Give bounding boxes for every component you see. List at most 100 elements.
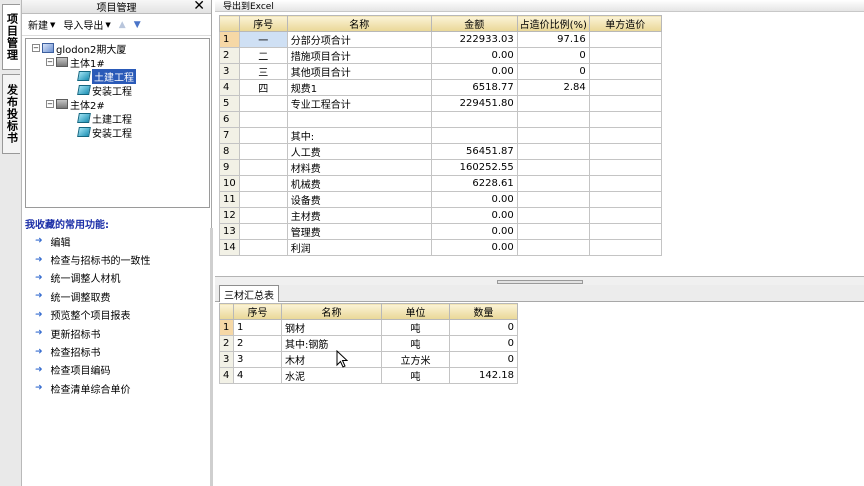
column-header[interactable]: 序号: [233, 303, 282, 320]
table-cell[interactable]: [516, 175, 590, 192]
column-header[interactable]: 数量: [449, 303, 518, 320]
column-header[interactable]: 金额: [430, 15, 518, 32]
table-cell[interactable]: [588, 175, 662, 192]
column-header[interactable]: 占造价比例(%): [516, 15, 590, 32]
favorite-item-check-bid[interactable]: ➜ 检查招标书: [25, 342, 210, 360]
table-cell[interactable]: 0: [449, 319, 518, 336]
table-cell[interactable]: 四: [238, 79, 288, 96]
favorite-item-check-codes[interactable]: ➜ 检查项目编码: [25, 361, 210, 379]
tree-node-body2-civil[interactable]: 土建工程: [26, 111, 209, 126]
table-cell[interactable]: 0: [516, 47, 590, 64]
table-cell[interactable]: [238, 175, 288, 192]
tree-node-body1-civil[interactable]: 土建工程: [26, 68, 209, 84]
table-row[interactable]: 3 3 木材 立方米 0: [219, 351, 518, 368]
splitter-handle[interactable]: [497, 280, 583, 284]
table-cell[interactable]: 0: [449, 351, 518, 368]
favorite-item-edit[interactable]: ➜ 编辑: [25, 232, 210, 250]
table-row[interactable]: 2 2 其中:钢筋吨 0: [219, 335, 518, 352]
table-cell[interactable]: 规费1: [286, 79, 432, 96]
column-header[interactable]: 名称: [281, 303, 382, 320]
table-cell[interactable]: 机械费: [286, 175, 432, 192]
table-cell[interactable]: [238, 207, 288, 224]
table-cell[interactable]: 利润: [286, 239, 432, 256]
table-cell[interactable]: [516, 95, 590, 112]
table-cell[interactable]: [238, 159, 288, 176]
move-down-icon[interactable]: ▼: [134, 20, 141, 30]
export-excel-button[interactable]: 导出到Excel: [223, 0, 274, 12]
favorite-item-adjust-fees[interactable]: ➜ 统一调整取费: [25, 287, 210, 305]
table-row[interactable]: 5 专业工程合计 229451.80: [219, 95, 662, 112]
table-cell[interactable]: 材料费: [286, 159, 432, 176]
table-row[interactable]: 4 四规费1 6518.77 2.84: [219, 79, 662, 96]
table-cell[interactable]: [238, 127, 288, 144]
table-cell[interactable]: [238, 95, 288, 112]
collapse-icon[interactable]: −: [46, 58, 54, 66]
favorite-item-adjust-materials[interactable]: ➜ 统一调整人材机: [25, 269, 210, 287]
table-cell[interactable]: 设备费: [286, 191, 432, 208]
vtab-project-management[interactable]: 项目管理: [2, 4, 20, 70]
table-cell[interactable]: [588, 127, 662, 144]
table-cell[interactable]: 0.00: [430, 207, 518, 224]
table-cell[interactable]: [516, 207, 590, 224]
table-cell[interactable]: 0.00: [430, 191, 518, 208]
table-cell[interactable]: 222933.03: [430, 31, 518, 48]
table-row[interactable]: 8 人工费 56451.87: [219, 143, 662, 160]
table-cell[interactable]: [516, 223, 590, 240]
table-cell[interactable]: 0.00: [430, 239, 518, 256]
favorites-scrollbar[interactable]: [210, 228, 213, 486]
table-cell[interactable]: 6518.77: [430, 79, 518, 96]
table-row[interactable]: 11 设备费 0.00: [219, 191, 662, 208]
table-cell[interactable]: 三: [238, 63, 288, 80]
tree-node-body1[interactable]: − 主体1#: [26, 55, 209, 70]
table-cell[interactable]: [588, 159, 662, 176]
table-cell[interactable]: 2.84: [516, 79, 590, 96]
table-cell[interactable]: [516, 127, 590, 144]
tab-three-materials[interactable]: 三材汇总表: [219, 285, 279, 302]
table-cell[interactable]: 97.16: [516, 31, 590, 48]
table-cell[interactable]: 吨: [381, 367, 450, 384]
table-cell[interactable]: 主材费: [286, 207, 432, 224]
table-cell[interactable]: 二: [238, 47, 288, 64]
favorite-item-check-unit-price[interactable]: ➜ 检查清单综合单价: [25, 379, 210, 397]
table-cell[interactable]: [516, 191, 590, 208]
table-cell[interactable]: 0: [516, 63, 590, 80]
table-cell[interactable]: [588, 239, 662, 256]
table-row[interactable]: 2 二措施项目合计 0.00 0: [219, 47, 662, 64]
table-cell[interactable]: [588, 223, 662, 240]
table-cell[interactable]: 160252.55: [430, 159, 518, 176]
table-cell[interactable]: 142.18: [449, 367, 518, 384]
table-cell[interactable]: 0.00: [430, 63, 518, 80]
table-cell[interactable]: 其他项目合计: [286, 63, 432, 80]
table-row[interactable]: 1 1 钢材吨 0: [219, 319, 518, 336]
table-cell[interactable]: 56451.87: [430, 143, 518, 160]
column-header[interactable]: 单方造价: [588, 15, 662, 32]
table-cell[interactable]: 立方米: [381, 351, 450, 368]
favorite-item-check-consistency[interactable]: ➜ 检查与招标书的一致性: [25, 250, 210, 268]
table-cell[interactable]: [516, 159, 590, 176]
table-cell[interactable]: [588, 79, 662, 96]
table-row[interactable]: 13 管理费 0.00: [219, 223, 662, 240]
table-row[interactable]: 10 机械费 6228.61: [219, 175, 662, 192]
table-cell[interactable]: 吨: [381, 335, 450, 352]
table-row[interactable]: 3 三其他项目合计 0.00 0: [219, 63, 662, 80]
favorite-item-update-bid[interactable]: ➜ 更新招标书: [25, 324, 210, 342]
table-cell[interactable]: [588, 31, 662, 48]
table-cell[interactable]: [516, 111, 590, 128]
table-cell[interactable]: 1: [233, 319, 282, 336]
collapse-icon[interactable]: −: [32, 44, 40, 52]
tree-node-body1-install[interactable]: 安装工程: [26, 83, 209, 98]
new-menu-button[interactable]: 新建 ▼: [28, 17, 55, 33]
table-cell[interactable]: [516, 239, 590, 256]
favorite-item-preview-reports[interactable]: ➜ 预览整个项目报表: [25, 306, 210, 324]
table-cell[interactable]: 3: [233, 351, 282, 368]
close-icon[interactable]: ✕: [193, 0, 205, 14]
table-cell[interactable]: [588, 143, 662, 160]
vtab-publish-bid[interactable]: 发布投标书: [2, 74, 20, 154]
tree-node-root[interactable]: − glodon2期大厦: [26, 41, 209, 56]
table-cell[interactable]: 木材: [281, 351, 382, 368]
table-cell[interactable]: [286, 111, 432, 128]
table-cell[interactable]: 吨: [381, 319, 450, 336]
collapse-icon[interactable]: −: [46, 100, 54, 108]
table-row[interactable]: 7 其中:: [219, 127, 662, 144]
table-cell[interactable]: [588, 63, 662, 80]
